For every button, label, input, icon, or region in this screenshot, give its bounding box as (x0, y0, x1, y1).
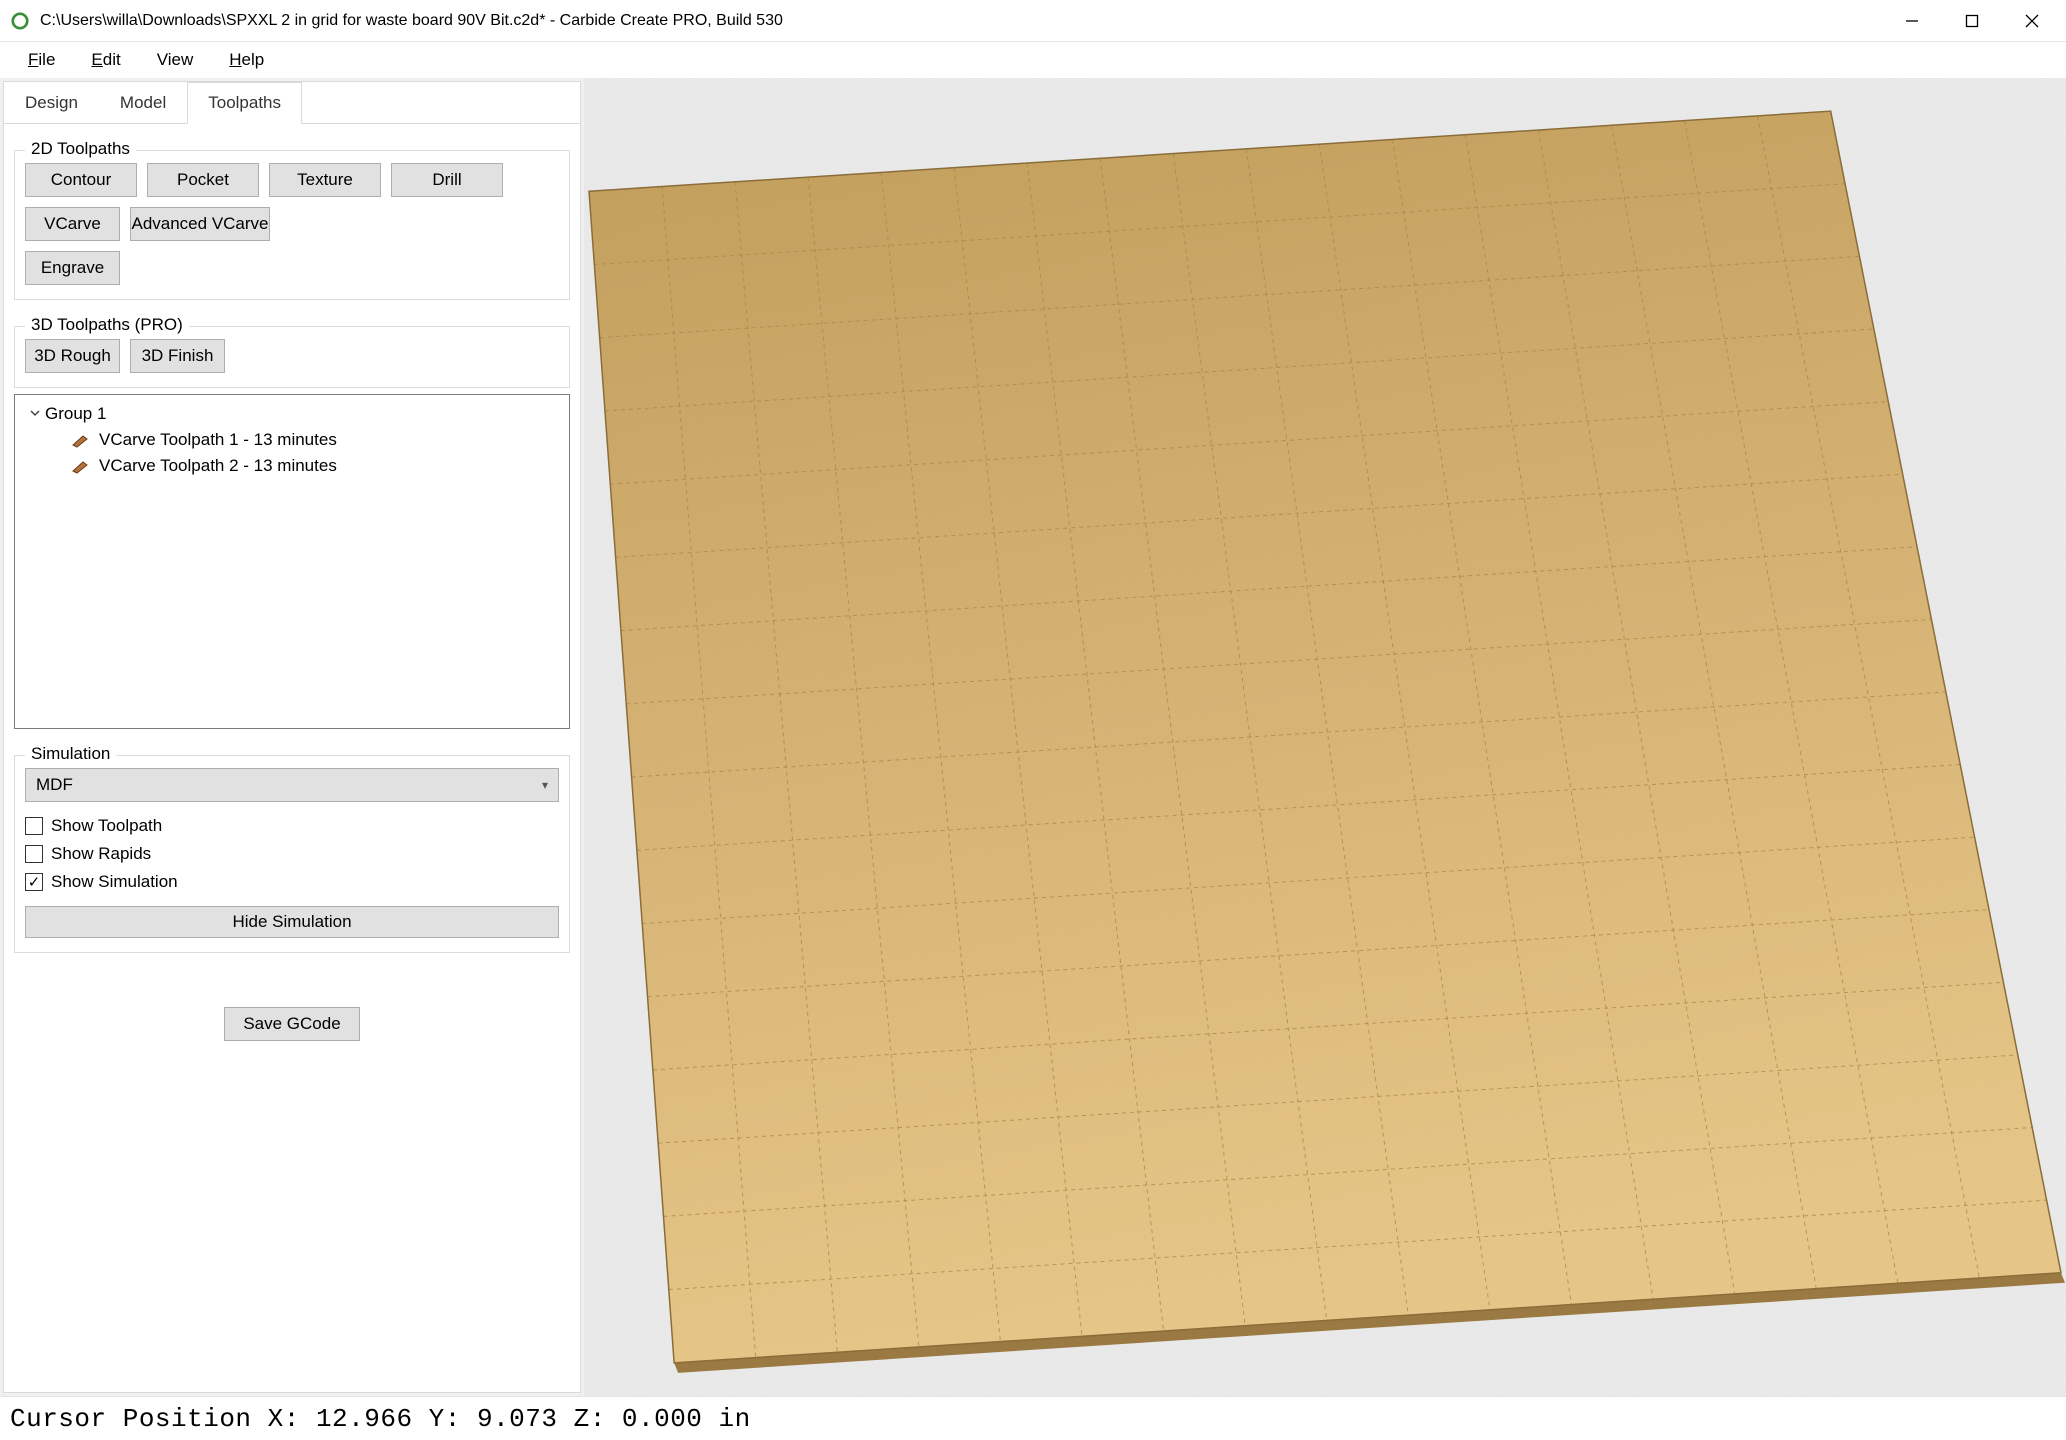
pocket-button[interactable]: Pocket (147, 163, 259, 197)
group-legend-simulation: Simulation (25, 744, 116, 764)
app-icon (10, 11, 30, 31)
tree-group-label: Group 1 (45, 404, 106, 424)
show-rapids-checkbox[interactable]: Show Rapids (25, 840, 559, 868)
checkbox-icon (25, 817, 43, 835)
contour-button[interactable]: Contour (25, 163, 137, 197)
group-legend-2d: 2D Toolpaths (25, 139, 136, 159)
checkbox-checked-icon (25, 873, 43, 891)
3d-finish-button[interactable]: 3D Finish (130, 339, 225, 373)
tree-item-1[interactable]: VCarve Toolpath 1 - 13 minutes (71, 427, 563, 453)
menu-file[interactable]: File (10, 46, 73, 74)
statusbar: Cursor Position X: 12.966 Y: 9.073 Z: 0.… (0, 1396, 2066, 1440)
tree-item-2-label: VCarve Toolpath 2 - 13 minutes (99, 456, 337, 476)
texture-button[interactable]: Texture (269, 163, 381, 197)
toolpath-icon (71, 433, 89, 447)
drill-button[interactable]: Drill (391, 163, 503, 197)
show-simulation-label: Show Simulation (51, 872, 178, 892)
material-select-value: MDF (36, 775, 73, 795)
engrave-button[interactable]: Engrave (25, 251, 120, 285)
maximize-button[interactable] (1942, 0, 2002, 42)
show-simulation-checkbox[interactable]: Show Simulation (25, 868, 559, 896)
menu-view[interactable]: View (139, 46, 212, 74)
minimize-button[interactable] (1882, 0, 1942, 42)
menubar: File Edit View Help (0, 42, 2066, 78)
show-rapids-label: Show Rapids (51, 844, 151, 864)
tree-item-1-label: VCarve Toolpath 1 - 13 minutes (99, 430, 337, 450)
toolpath-tree[interactable]: Group 1 VCarve Toolpath 1 - 13 minutes V… (14, 394, 570, 729)
chevron-down-icon[interactable] (25, 404, 45, 424)
advanced-vcarve-button[interactable]: Advanced VCarve (130, 207, 270, 241)
tree-group-row[interactable]: Group 1 (21, 401, 563, 427)
simulation-viewport[interactable] (584, 78, 2066, 1396)
toolpath-icon (71, 459, 89, 473)
group-2d-toolpaths: 2D Toolpaths Contour Pocket Texture Dril… (14, 150, 570, 300)
show-toolpath-checkbox[interactable]: Show Toolpath (25, 812, 559, 840)
cursor-position-text: Cursor Position X: 12.966 Y: 9.073 Z: 0.… (10, 1404, 751, 1434)
hide-simulation-button[interactable]: Hide Simulation (25, 906, 559, 938)
3d-rough-button[interactable]: 3D Rough (25, 339, 120, 373)
material-select[interactable]: MDF ▾ (25, 768, 559, 802)
sidebar: Design Model Toolpaths 2D Toolpaths Cont… (3, 81, 581, 1393)
window-title: C:\Users\willa\Downloads\SPXXL 2 in grid… (40, 12, 783, 30)
titlebar: C:\Users\willa\Downloads\SPXXL 2 in grid… (0, 0, 2066, 42)
checkbox-icon (25, 845, 43, 863)
show-toolpath-label: Show Toolpath (51, 816, 162, 836)
tab-toolpaths[interactable]: Toolpaths (187, 82, 302, 124)
group-legend-3d: 3D Toolpaths (PRO) (25, 315, 189, 335)
close-button[interactable] (2002, 0, 2062, 42)
group-3d-toolpaths: 3D Toolpaths (PRO) 3D Rough 3D Finish (14, 326, 570, 388)
tab-row: Design Model Toolpaths (4, 82, 580, 124)
save-gcode-button[interactable]: Save GCode (224, 1007, 359, 1041)
vcarve-button[interactable]: VCarve (25, 207, 120, 241)
tab-model[interactable]: Model (99, 82, 187, 124)
tree-item-2[interactable]: VCarve Toolpath 2 - 13 minutes (71, 453, 563, 479)
tab-design[interactable]: Design (4, 82, 99, 124)
group-simulation: Simulation MDF ▾ Show Toolpath Show Rapi… (14, 755, 570, 953)
chevron-down-icon: ▾ (542, 778, 548, 792)
menu-help[interactable]: Help (211, 46, 282, 74)
menu-edit[interactable]: Edit (73, 46, 138, 74)
